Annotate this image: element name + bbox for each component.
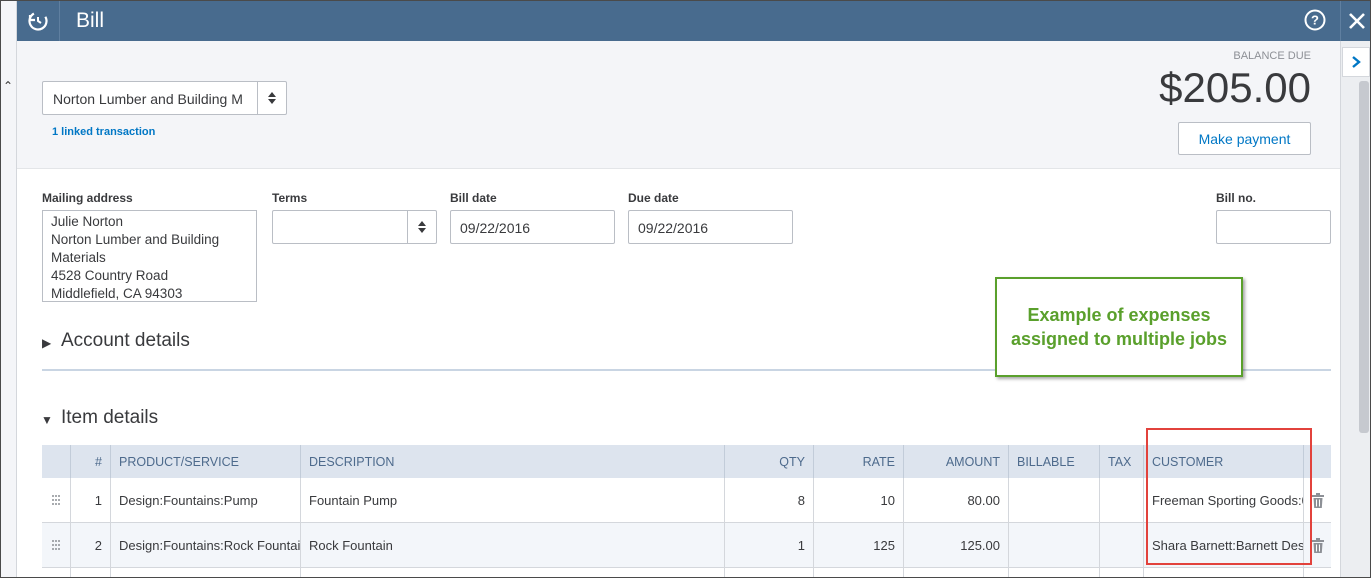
close-icon bbox=[1348, 13, 1365, 29]
up-down-arrows-icon bbox=[268, 92, 276, 104]
column-header-amount: AMOUNT bbox=[904, 445, 1009, 478]
rate-cell[interactable]: 125 bbox=[814, 523, 904, 567]
partial-cell bbox=[1100, 568, 1144, 577]
vendor-select[interactable]: Norton Lumber and Building M bbox=[42, 81, 287, 115]
column-header-rate: RATE bbox=[814, 445, 904, 478]
quickbooks-history-icon bbox=[28, 11, 48, 31]
column-header-tax: TAX bbox=[1100, 445, 1144, 478]
column-header-qty: QTY bbox=[725, 445, 814, 478]
balance-due-label: BALANCE DUE bbox=[1233, 50, 1311, 62]
vendor-select-arrow[interactable] bbox=[257, 82, 286, 114]
partial-cell bbox=[42, 568, 71, 577]
account-details-toggle[interactable]: Account details bbox=[61, 330, 190, 352]
left-background-strip: ⌃ bbox=[1, 1, 17, 577]
row-number: 2 bbox=[71, 523, 111, 567]
collapse-caret-icon[interactable]: ▼ bbox=[41, 413, 53, 427]
close-button[interactable] bbox=[1340, 1, 1370, 41]
bill-date-input[interactable]: 09/22/2016 bbox=[450, 210, 615, 244]
table-row[interactable]: 2 Design:Fountains:Rock Fountai Rock Fou… bbox=[42, 523, 1331, 568]
mailing-address-field[interactable]: Julie Norton Norton Lumber and Building … bbox=[42, 210, 257, 302]
cursor-caret-icon: ⌃ bbox=[3, 79, 14, 93]
callout-text: Example of expenses assigned to multiple… bbox=[1010, 305, 1228, 349]
partial-cell bbox=[1144, 568, 1304, 577]
partial-cell bbox=[725, 568, 814, 577]
mailing-address-label: Mailing address bbox=[42, 191, 133, 205]
item-details-table: # PRODUCT/SERVICE DESCRIPTION QTY RATE A… bbox=[42, 445, 1331, 577]
bill-date-label: Bill date bbox=[450, 191, 497, 205]
column-header-number: # bbox=[71, 445, 111, 478]
due-date-input[interactable]: 09/22/2016 bbox=[628, 210, 793, 244]
header-bar: Bill ? bbox=[17, 1, 1340, 41]
address-line: Julie Norton bbox=[51, 214, 124, 229]
amount-cell[interactable]: 125.00 bbox=[904, 523, 1009, 567]
bill-no-label: Bill no. bbox=[1216, 191, 1256, 205]
address-line: 4528 Country Road bbox=[51, 268, 169, 283]
expand-caret-icon[interactable]: ▶ bbox=[42, 336, 51, 350]
help-button[interactable]: ? bbox=[1304, 9, 1326, 31]
tax-cell[interactable] bbox=[1100, 523, 1144, 567]
qty-cell[interactable]: 8 bbox=[725, 478, 814, 522]
row-number: 1 bbox=[71, 478, 111, 522]
tax-cell[interactable] bbox=[1100, 478, 1144, 522]
bill-window: ⌃ Bill ? Norton Lumber and Building M 1 … bbox=[0, 0, 1371, 578]
description-cell[interactable]: Fountain Pump bbox=[301, 478, 725, 522]
column-header-drag bbox=[42, 445, 71, 478]
up-down-arrows-icon bbox=[418, 221, 426, 233]
partial-cell bbox=[111, 568, 301, 577]
balance-due-amount: $205.00 bbox=[1159, 64, 1311, 111]
recent-transactions-button[interactable] bbox=[17, 1, 60, 41]
partial-cell bbox=[1009, 568, 1100, 577]
trash-icon bbox=[1311, 537, 1324, 553]
svg-text:?: ? bbox=[1311, 13, 1319, 28]
amount-cell[interactable]: 80.00 bbox=[904, 478, 1009, 522]
table-row[interactable]: 1 Design:Fountains:Pump Fountain Pump 8 … bbox=[42, 478, 1331, 523]
terms-select-arrow[interactable] bbox=[407, 211, 436, 243]
partial-cell bbox=[301, 568, 725, 577]
terms-label: Terms bbox=[272, 191, 308, 205]
description-cell[interactable]: Rock Fountain bbox=[301, 523, 725, 567]
terms-select[interactable] bbox=[272, 210, 437, 244]
partial-cell bbox=[814, 568, 904, 577]
billable-cell[interactable] bbox=[1009, 523, 1100, 567]
partial-cell bbox=[904, 568, 1009, 577]
address-line: Materials bbox=[51, 250, 106, 265]
table-row-partial bbox=[42, 568, 1331, 577]
linked-transaction-link[interactable]: 1 linked transaction bbox=[52, 126, 155, 138]
address-line: Norton Lumber and Building bbox=[51, 232, 220, 247]
row-drag-handle[interactable] bbox=[42, 523, 71, 567]
qty-cell[interactable]: 1 bbox=[725, 523, 814, 567]
vendor-name: Norton Lumber and Building M bbox=[53, 91, 243, 107]
address-line: Middlefield, CA 94303 bbox=[51, 286, 183, 301]
due-date-label: Due date bbox=[628, 191, 679, 205]
row-drag-handle[interactable] bbox=[42, 478, 71, 522]
drag-handle-icon bbox=[52, 540, 60, 550]
trash-icon bbox=[1311, 492, 1324, 508]
billable-cell[interactable] bbox=[1009, 478, 1100, 522]
drag-handle-icon bbox=[52, 495, 60, 505]
make-payment-button[interactable]: Make payment bbox=[1178, 122, 1311, 155]
column-header-description: DESCRIPTION bbox=[301, 445, 725, 478]
table-header-row: # PRODUCT/SERVICE DESCRIPTION QTY RATE A… bbox=[42, 445, 1331, 478]
chevron-right-icon bbox=[1352, 56, 1361, 68]
bill-no-input[interactable] bbox=[1216, 210, 1331, 244]
due-date-value: 09/22/2016 bbox=[638, 220, 709, 236]
rate-cell[interactable]: 10 bbox=[814, 478, 904, 522]
help-icon: ? bbox=[1304, 9, 1326, 31]
product-cell[interactable]: Design:Fountains:Pump bbox=[111, 478, 301, 522]
item-details-toggle[interactable]: Item details bbox=[61, 407, 158, 429]
customer-column-highlight bbox=[1146, 428, 1312, 565]
partial-cell bbox=[71, 568, 111, 577]
product-cell[interactable]: Design:Fountains:Rock Fountai bbox=[111, 523, 301, 567]
column-header-billable: BILLABLE bbox=[1009, 445, 1100, 478]
column-header-product: PRODUCT/SERVICE bbox=[111, 445, 301, 478]
bill-date-value: 09/22/2016 bbox=[460, 220, 531, 236]
scrollbar-thumb[interactable] bbox=[1359, 81, 1369, 433]
drawer-toggle-button[interactable] bbox=[1342, 47, 1370, 77]
page-title: Bill bbox=[76, 9, 105, 32]
annotation-callout: Example of expenses assigned to multiple… bbox=[995, 277, 1243, 377]
